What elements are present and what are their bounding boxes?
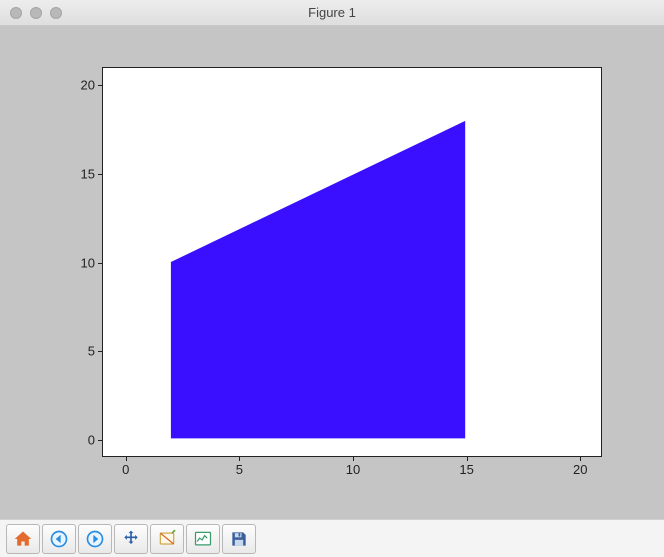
figure-canvas[interactable]: 0510152005101520 xyxy=(22,43,642,503)
matplotlib-toolbar xyxy=(0,519,664,557)
pan-icon xyxy=(121,529,141,549)
axes: 0510152005101520 xyxy=(102,67,602,457)
zoom-window-button[interactable] xyxy=(50,7,62,19)
save-icon xyxy=(229,529,249,549)
window-titlebar: Figure 1 xyxy=(0,0,664,26)
window-title: Figure 1 xyxy=(0,5,664,20)
home-button[interactable] xyxy=(6,524,40,554)
zoom-icon xyxy=(157,529,177,549)
back-button[interactable] xyxy=(42,524,76,554)
home-icon xyxy=(13,529,33,549)
filled-polygon xyxy=(103,68,601,456)
back-icon xyxy=(49,529,69,549)
subplots-icon xyxy=(193,529,213,549)
zoom-button[interactable] xyxy=(150,524,184,554)
save-button[interactable] xyxy=(222,524,256,554)
subplots-button[interactable] xyxy=(186,524,220,554)
forward-button[interactable] xyxy=(78,524,112,554)
figure-area: 0510152005101520 xyxy=(0,26,664,519)
traffic-lights xyxy=(0,7,62,19)
close-window-button[interactable] xyxy=(10,7,22,19)
forward-icon xyxy=(85,529,105,549)
pan-button[interactable] xyxy=(114,524,148,554)
minimize-window-button[interactable] xyxy=(30,7,42,19)
